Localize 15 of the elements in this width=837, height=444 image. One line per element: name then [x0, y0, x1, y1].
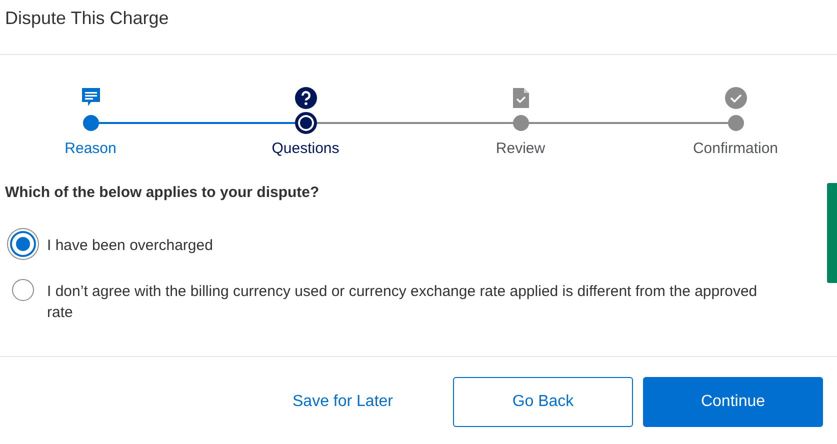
question-text: Which of the below applies to your dispute?: [4, 183, 320, 201]
option-label: I have been overcharged: [47, 236, 214, 256]
continue-button[interactable]: Continue: [643, 377, 823, 427]
option-label: I don’t agree with the billing currency used or currency exchange rate applied is different from the approved rate: [47, 282, 758, 323]
step-label[interactable]: Confirmation: [692, 140, 778, 157]
check-circle-icon: [724, 87, 746, 109]
radio-button[interactable]: [12, 279, 34, 301]
question-icon: [294, 87, 316, 109]
step-label[interactable]: Questions: [272, 140, 340, 157]
save-link[interactable]: Save for Later: [292, 377, 393, 427]
step-label[interactable]: Review: [496, 140, 546, 157]
back-button[interactable]: Go Back: [453, 377, 633, 427]
step-label[interactable]: Reason: [64, 140, 116, 157]
dialog-title: Dispute This Charge: [5, 8, 169, 28]
document-check-icon: [512, 87, 530, 109]
